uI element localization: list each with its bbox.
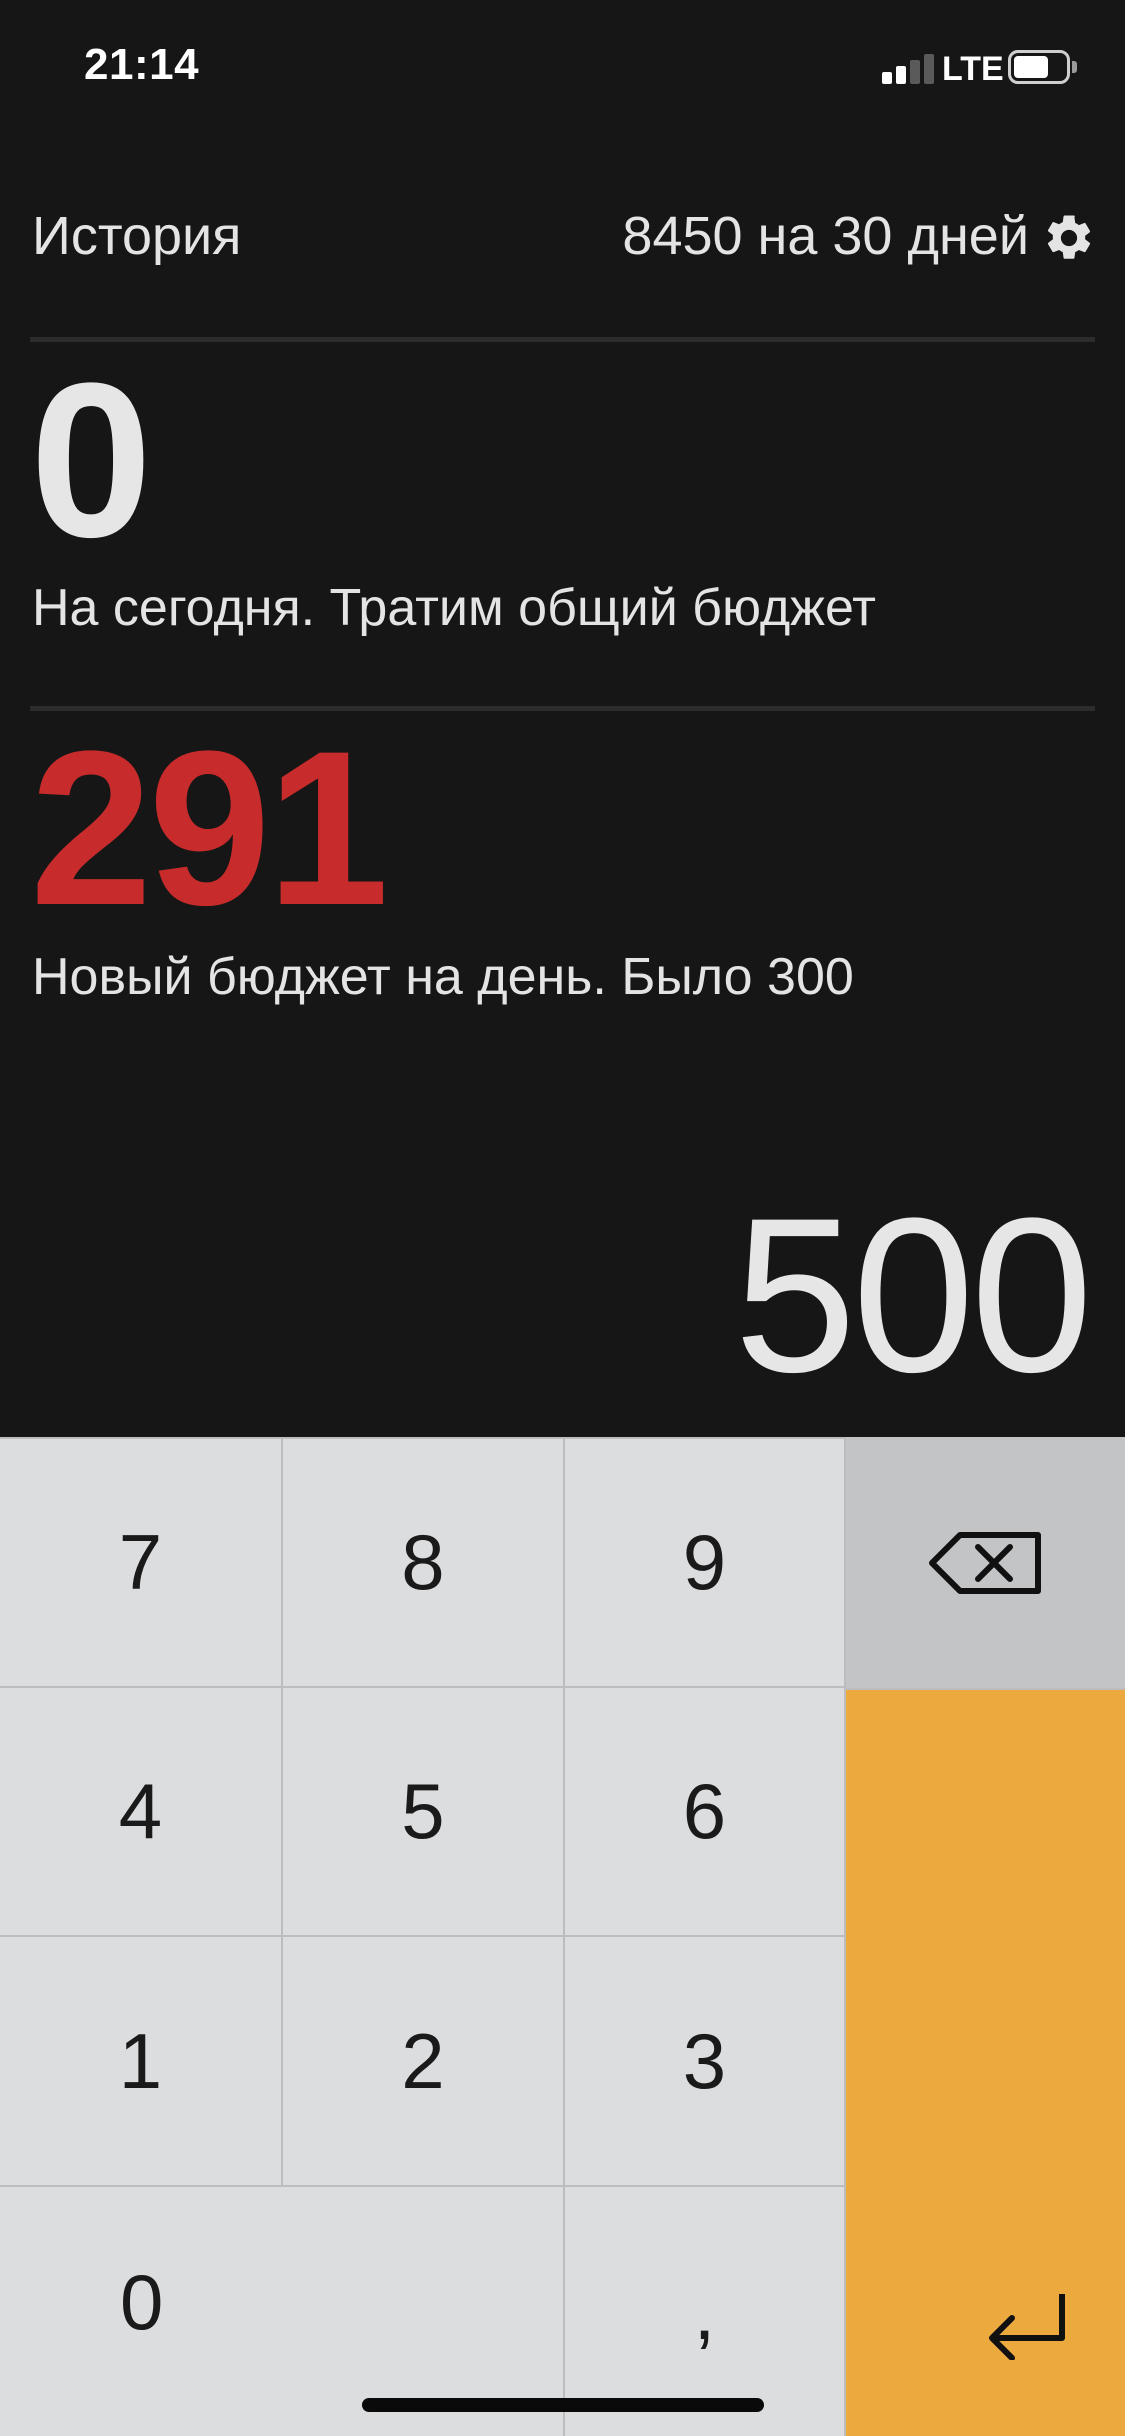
- today-amount: 0: [30, 337, 153, 583]
- status-time: 21:14: [84, 40, 200, 89]
- key-7[interactable]: 7: [0, 1439, 281, 1686]
- backspace-icon: [928, 1531, 1041, 1594]
- key-3[interactable]: 3: [565, 1937, 844, 2185]
- key-6[interactable]: 6: [565, 1688, 844, 1935]
- key-9[interactable]: 9: [565, 1439, 844, 1686]
- history-link[interactable]: История: [32, 205, 241, 267]
- budget-period-label[interactable]: 8450 на 30 дней: [622, 205, 1029, 267]
- home-indicator[interactable]: [362, 2398, 764, 2412]
- today-caption: На сегодня. Тратим общий бюджет: [32, 579, 876, 637]
- key-5[interactable]: 5: [283, 1688, 563, 1935]
- enter-button[interactable]: [846, 1690, 1125, 2436]
- return-icon: [989, 2294, 1065, 2360]
- key-1[interactable]: 1: [0, 1937, 281, 2185]
- network-type: LTE: [942, 50, 1004, 88]
- daily-budget-amount: 291: [30, 705, 389, 951]
- backspace-button[interactable]: [846, 1437, 1125, 1688]
- status-bar: 21:14 LTE: [0, 0, 1125, 140]
- battery-icon: [1008, 50, 1078, 86]
- daily-budget-caption: Новый бюджет на день. Было 300: [32, 948, 854, 1006]
- key-2[interactable]: 2: [283, 1937, 563, 2185]
- app-screen: 21:14 LTE История 8450 на 30 дней 0 На с…: [0, 0, 1125, 2436]
- divider: [30, 337, 1095, 342]
- key-8[interactable]: 8: [283, 1439, 563, 1686]
- gear-icon[interactable]: [1042, 211, 1096, 265]
- numeric-keypad: 7 8 9 4 5 6 1 2 3 0 ,: [0, 1437, 1125, 2436]
- entered-amount-display: 500: [733, 1172, 1093, 1418]
- key-4[interactable]: 4: [0, 1688, 281, 1935]
- signal-strength-icon: [882, 52, 934, 84]
